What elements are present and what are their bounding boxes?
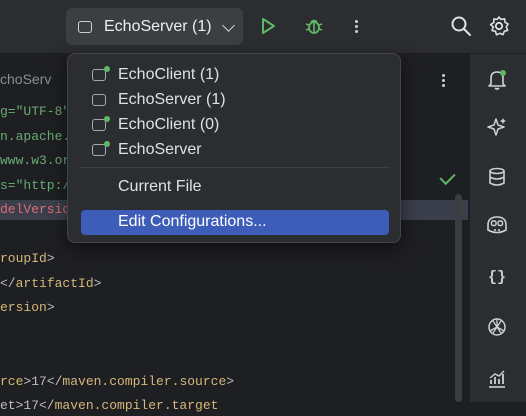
- code-token: ersion: [0, 300, 47, 315]
- code-token: rce: [0, 373, 24, 389]
- popup-item-label: EchoClient (0): [118, 115, 220, 133]
- debug-button[interactable]: [302, 14, 326, 38]
- ai-assistant-icon: [487, 118, 506, 136]
- kebab-icon: [354, 18, 358, 35]
- run-config-icon: [92, 94, 106, 106]
- popup-separator: [80, 167, 390, 168]
- code-token: n.apache.: [0, 128, 71, 144]
- database-icon: [489, 167, 505, 186]
- notifications-button[interactable]: [484, 66, 510, 92]
- copilot-button[interactable]: [484, 212, 510, 238]
- popup-item-run-config[interactable]: EchoServer (1): [68, 87, 402, 112]
- analytics-icon: [489, 370, 505, 388]
- code-line: g="UTF-8": [0, 102, 70, 122]
- code-token: >: [46, 251, 55, 266]
- openai-icon: [488, 318, 506, 336]
- notifications-icon: [488, 70, 506, 90]
- run-configuration-label: EchoServer (1): [104, 17, 212, 35]
- run-config-icon: [78, 20, 92, 33]
- database-button[interactable]: [484, 164, 510, 190]
- code-token: maven.compiler.source: [62, 373, 227, 389]
- popup-item-current-file[interactable]: Current File: [68, 174, 402, 199]
- more-actions-button[interactable]: [344, 14, 368, 38]
- run-configuration-selector[interactable]: EchoServer (1): [66, 8, 243, 45]
- code-line: ersion>: [0, 298, 55, 318]
- popup-item-run-config[interactable]: EchoClient (1): [68, 62, 402, 87]
- right-tool-sidebar: {}: [469, 54, 526, 402]
- code-token: s="http:/: [0, 177, 71, 193]
- popup-item-label: Current File: [118, 177, 202, 195]
- play-icon: [262, 18, 275, 34]
- json-braces-icon: {}: [487, 268, 506, 286]
- run-configuration-popup: EchoClient (1) EchoServer (1) EchoClient (…: [67, 53, 401, 243]
- code-token: roupId: [0, 251, 47, 266]
- code-token: >17</: [23, 373, 63, 389]
- edit-configurations-label: Edit Configurations...: [118, 213, 267, 230]
- popup-item-run-config[interactable]: EchoClient (0): [68, 112, 402, 137]
- settings-button[interactable]: [487, 14, 511, 38]
- code-token: delVersio: [0, 202, 71, 217]
- code-line: rce>17</maven.compiler.source>: [0, 372, 234, 392]
- code-token: g="UTF-8": [0, 104, 71, 119]
- code-line: roupId>: [0, 249, 55, 269]
- running-indicator-icon: [104, 141, 110, 147]
- running-indicator-icon: [104, 66, 110, 72]
- main-toolbar: EchoServer (1): [0, 0, 526, 54]
- code-line: et>17</maven.compiler.target: [0, 396, 218, 416]
- code-token: >: [46, 300, 55, 315]
- analytics-button[interactable]: [484, 366, 510, 392]
- running-indicator-icon: [104, 116, 110, 122]
- code-line: </artifactId>: [0, 274, 101, 294]
- popup-item-label: EchoServer (1): [118, 90, 226, 108]
- editor-kebab-icon[interactable]: [442, 72, 445, 89]
- checkmark-icon: [439, 168, 456, 186]
- code-token: </: [0, 275, 16, 291]
- search-icon: [451, 16, 471, 36]
- popup-item-run-config[interactable]: EchoServer: [68, 137, 402, 162]
- code-token: www.w3.or: [0, 153, 71, 168]
- bug-icon: [305, 19, 323, 34]
- gear-icon: [489, 16, 509, 36]
- editor-tab-label[interactable]: choServ: [0, 71, 51, 87]
- chevron-down-icon: [222, 19, 235, 32]
- popup-item-label: EchoServer: [118, 140, 202, 158]
- vertical-scrollbar[interactable]: [455, 194, 462, 402]
- copilot-icon: [487, 216, 507, 234]
- code-token: et>17</: [0, 398, 55, 413]
- code-token: >: [93, 275, 102, 291]
- code-token: maven.compiler.target: [54, 398, 219, 413]
- openai-button[interactable]: [484, 314, 510, 340]
- code-token: >: [226, 373, 235, 389]
- code-token: artifactId: [15, 275, 94, 291]
- code-line: n.apache.: [0, 127, 70, 147]
- json-braces-button[interactable]: {}: [484, 264, 510, 290]
- edit-configurations-item[interactable]: Edit Configurations...: [81, 210, 389, 235]
- popup-item-label: EchoClient (1): [118, 65, 220, 83]
- run-button[interactable]: [256, 14, 280, 38]
- search-button[interactable]: [449, 14, 473, 38]
- code-line: www.w3.or: [0, 151, 70, 171]
- ai-assistant-button[interactable]: [484, 114, 510, 140]
